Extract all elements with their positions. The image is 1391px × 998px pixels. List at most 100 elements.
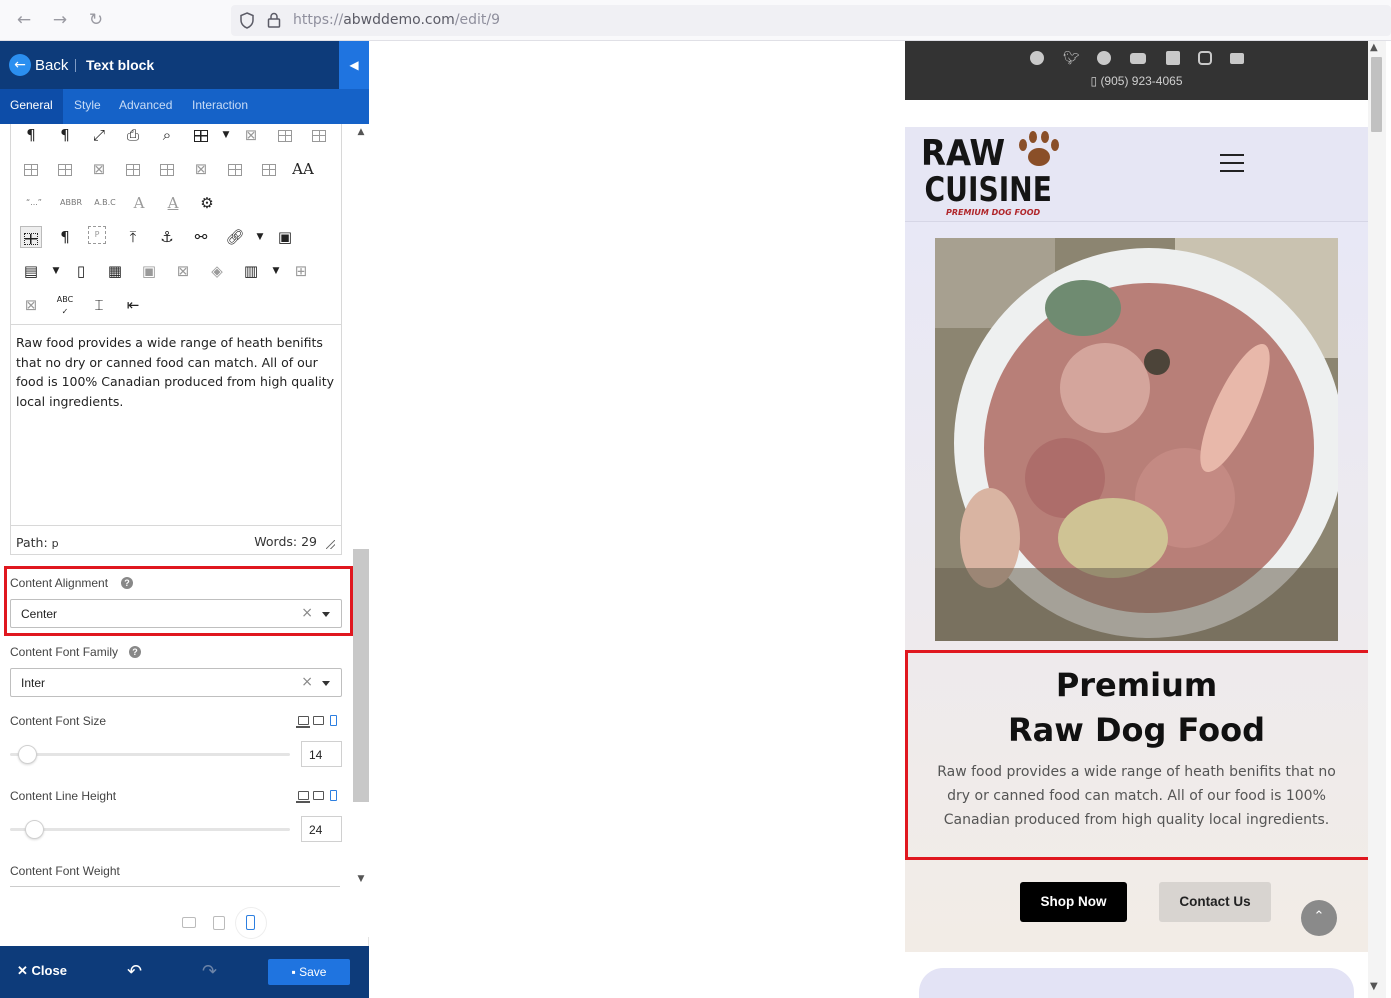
abbr-icon[interactable]: ABBR — [60, 192, 82, 214]
address-bar[interactable]: https://abwddemo.com/edit/9 — [231, 5, 1391, 36]
table-dropdown-icon[interactable]: ▼ — [215, 124, 237, 146]
insert-icon[interactable]: ⤒ — [122, 226, 144, 248]
tab-style[interactable]: Style — [64, 89, 111, 124]
font-size-input[interactable]: 14 — [301, 741, 342, 767]
pinterest-icon[interactable] — [1097, 51, 1111, 65]
desktop-preview-icon[interactable] — [182, 917, 196, 928]
laptop-icon[interactable] — [296, 716, 310, 728]
save-button[interactable]: ▪ Save — [268, 959, 350, 985]
image-edit-icon[interactable]: ▣ — [138, 260, 160, 282]
rtl-paragraph-icon[interactable]: ¶ — [54, 124, 76, 146]
columns-icon[interactable]: ▥ — [240, 260, 262, 282]
back-to-top-icon[interactable]: ⌃ — [1301, 900, 1337, 936]
unlink-icon[interactable]: ⚯ — [190, 226, 212, 248]
image-icon[interactable]: ▣ — [274, 226, 296, 248]
print-icon[interactable]: ⎙ — [122, 124, 144, 146]
tablet-icon[interactable] — [313, 791, 324, 800]
linkedin-icon[interactable] — [1166, 51, 1180, 65]
laptop-icon[interactable] — [296, 791, 310, 803]
resize-handle-icon[interactable] — [326, 540, 335, 549]
facebook-icon[interactable] — [1030, 51, 1044, 65]
link-dropdown-icon[interactable]: ▼ — [249, 226, 271, 248]
template-icon[interactable]: ▦ — [104, 260, 126, 282]
show-blocks-icon[interactable]: ¶ — [54, 226, 76, 248]
media-dropdown-icon[interactable]: ▼ — [45, 260, 67, 282]
search-icon[interactable]: ⌕ — [156, 124, 178, 146]
line-height-input[interactable]: 24 — [301, 816, 342, 842]
panel-scrollbar-thumb[interactable] — [353, 549, 369, 802]
font-family-select[interactable]: Inter × — [10, 668, 342, 697]
tablet-icon[interactable] — [313, 716, 324, 725]
twitter-icon[interactable]: 🐦︎ — [1063, 51, 1080, 65]
link-icon[interactable]: 🔗︎ — [224, 226, 246, 248]
visual-aid-icon[interactable] — [20, 226, 42, 248]
merge-cells-icon[interactable] — [258, 158, 280, 180]
fullscreen-icon[interactable]: ⤢ — [88, 124, 110, 146]
raw-cuisine-logo[interactable]: RAW CUISINE PREMIUM DOG FOOD — [919, 129, 1069, 221]
spellcheck-icon[interactable]: ABC ✓ — [54, 294, 76, 316]
delete-table-icon[interactable]: ⊠ — [240, 124, 262, 146]
help-icon[interactable]: ? — [121, 577, 133, 589]
preview-scrollbar-thumb[interactable] — [1371, 57, 1382, 132]
clear-icon[interactable]: × — [301, 674, 313, 690]
undo-icon[interactable]: ↶ — [127, 961, 142, 982]
help-icon[interactable]: ? — [129, 646, 141, 658]
document-icon[interactable]: ▯ — [70, 260, 92, 282]
mobile-icon[interactable] — [330, 715, 337, 726]
cell-props-icon[interactable] — [308, 124, 330, 146]
quote-icon[interactable]: “...” — [20, 192, 48, 214]
panel-scrollbar-track[interactable] — [353, 124, 369, 937]
flickr-icon[interactable] — [1230, 53, 1244, 64]
split-cells-icon[interactable] — [224, 158, 246, 180]
youtube-icon[interactable] — [1130, 53, 1146, 64]
delete-col-icon[interactable]: ⊠ — [190, 158, 212, 180]
insert-row-after-icon[interactable] — [54, 158, 76, 180]
back-arrow-icon[interactable]: ← — [9, 54, 31, 76]
line-height-slider-handle[interactable] — [25, 820, 44, 839]
tab-interaction[interactable]: Interaction — [182, 89, 258, 124]
rich-text-editor[interactable]: Raw food provides a wide range of heath … — [10, 324, 342, 525]
table-icon[interactable] — [190, 124, 212, 146]
arrow-right-icon[interactable]: → — [50, 10, 70, 30]
insert-row-before-icon[interactable] — [20, 158, 42, 180]
acronym-icon[interactable]: A.B.C — [94, 192, 116, 214]
back-button[interactable]: Back — [35, 57, 68, 74]
page-break-icon[interactable]: ⌶ — [88, 294, 110, 316]
cube-icon[interactable]: ◈ — [206, 260, 228, 282]
mobile-preview-icon[interactable] — [246, 915, 255, 930]
arrow-left-icon[interactable]: ← — [14, 10, 34, 30]
tab-advanced[interactable]: Advanced — [109, 89, 182, 124]
chevron-down-icon[interactable] — [322, 681, 330, 686]
add-column-icon[interactable]: ⊞ — [290, 260, 312, 282]
row-props-icon[interactable] — [274, 124, 296, 146]
font-size-slider[interactable] — [10, 753, 290, 756]
indent-block-icon[interactable]: ⇤ — [122, 294, 144, 316]
close-button[interactable]: ✕ Close — [17, 963, 67, 979]
chevron-down-icon[interactable] — [322, 612, 330, 617]
insert-col-before-icon[interactable] — [122, 158, 144, 180]
scroll-up-icon[interactable]: ▲ — [354, 127, 368, 139]
clear-icon[interactable]: × — [301, 605, 313, 621]
line-height-slider[interactable] — [10, 828, 290, 831]
paragraph-block-icon[interactable]: P — [88, 226, 106, 244]
scroll-down-icon[interactable]: ▼ — [1370, 981, 1378, 992]
editor-content[interactable]: Raw food provides a wide range of heath … — [16, 333, 336, 411]
font-size-icon[interactable]: AA — [292, 158, 314, 180]
columns-dropdown-icon[interactable]: ▼ — [265, 260, 287, 282]
scroll-down-icon[interactable]: ▼ — [354, 874, 368, 886]
font-size-slider-handle[interactable] — [18, 745, 37, 764]
delete-row-icon[interactable]: ⊠ — [88, 158, 110, 180]
reload-icon[interactable]: ↻ — [86, 10, 106, 30]
tab-general[interactable]: General — [0, 89, 63, 124]
gear-icon[interactable]: ⚙ — [196, 192, 218, 214]
strikethrough-a-icon[interactable]: A — [128, 192, 150, 214]
insert-col-after-icon[interactable] — [156, 158, 178, 180]
preview-scrollbar[interactable]: ▲ ▼ — [1368, 41, 1386, 998]
anchor-icon[interactable]: ⚓ — [156, 226, 178, 248]
media-icon[interactable]: ▤ — [20, 260, 42, 282]
redo-icon[interactable]: ↷ — [202, 961, 217, 982]
scroll-up-icon[interactable]: ▲ — [1370, 42, 1378, 53]
path-value[interactable]: p — [52, 537, 59, 550]
remove-image-icon[interactable]: ⊠ — [172, 260, 194, 282]
tablet-preview-icon[interactable] — [213, 916, 225, 930]
